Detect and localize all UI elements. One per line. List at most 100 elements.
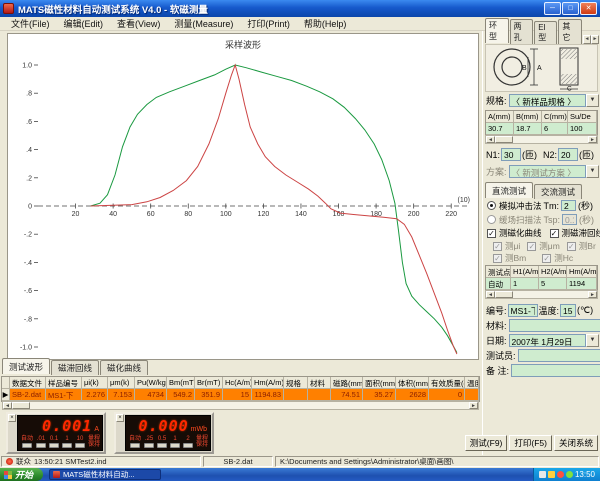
- spec-hscrollbar[interactable]: ◄ ►: [485, 135, 598, 144]
- date-value[interactable]: 2007年 1月29日: [509, 334, 586, 347]
- range-button[interactable]: [75, 443, 85, 448]
- menu-print[interactable]: 打印(Print): [240, 16, 297, 31]
- tab-toroid[interactable]: 环型: [485, 18, 509, 43]
- tab-ei-core[interactable]: EI型: [534, 21, 557, 44]
- col-header[interactable]: μm(k): [108, 377, 135, 389]
- n1-field[interactable]: [501, 148, 521, 161]
- tray-icon[interactable]: [539, 471, 546, 478]
- tab-scroll-right-icon[interactable]: ►: [591, 35, 599, 44]
- scroll-right-icon[interactable]: ►: [588, 291, 597, 298]
- svg-text:0: 0: [28, 204, 32, 211]
- close-system-button[interactable]: 关闭系统: [554, 435, 598, 451]
- temperature-field[interactable]: [560, 304, 576, 317]
- tab-test-waveform[interactable]: 测试波形: [2, 358, 50, 374]
- scroll-thumb[interactable]: [495, 291, 513, 298]
- scroll-left-icon[interactable]: ◄: [486, 291, 495, 298]
- n2-field[interactable]: [558, 148, 578, 161]
- chevron-down-icon[interactable]: ▼: [586, 94, 599, 107]
- range-button[interactable]: [157, 443, 167, 448]
- spec-row[interactable]: 30.7 18.7 6 100: [486, 123, 597, 135]
- tester-field[interactable]: [518, 349, 600, 362]
- current-unit: A: [94, 426, 99, 433]
- col-header[interactable]: Bm(mT): [167, 377, 195, 389]
- col-header[interactable]: 面积(mm^2): [363, 377, 396, 389]
- col-header[interactable]: 磁路(mm): [331, 377, 363, 389]
- menu-measure[interactable]: 测量(Measure): [167, 16, 240, 31]
- menu-help[interactable]: 帮助(Help): [297, 16, 354, 31]
- col-header[interactable]: 样品编号: [46, 377, 82, 389]
- scroll-left-icon[interactable]: ◄: [3, 402, 12, 409]
- svg-text:C: C: [567, 86, 572, 92]
- tray-icon[interactable]: [548, 471, 555, 478]
- sweep-method-radio[interactable]: 缓场扫描法: [487, 214, 542, 226]
- col-header[interactable]: Hc(A/m): [223, 377, 252, 389]
- tray-icon[interactable]: [557, 471, 564, 478]
- scroll-right-icon[interactable]: ►: [469, 402, 478, 409]
- col-header[interactable]: 温度: [465, 377, 479, 389]
- task-button-mats[interactable]: MATS磁性材料自动...: [49, 469, 161, 480]
- tab-other[interactable]: 其它: [558, 19, 582, 44]
- results-hscrollbar[interactable]: ◄ ►: [2, 401, 479, 410]
- minimize-button[interactable]: ─: [544, 2, 561, 15]
- tab-dc-test[interactable]: 直流测试: [485, 182, 533, 198]
- col-header[interactable]: 材料: [308, 377, 331, 389]
- menu-edit[interactable]: 编辑(Edit): [57, 16, 111, 31]
- table-row[interactable]: ▶ SB-2.dat MS1-下 2.276 7.153 4734 549.2 …: [2, 389, 479, 401]
- range-button[interactable]: [130, 443, 140, 448]
- measure-magnetization-curve-checkbox[interactable]: ✓测磁化曲线: [487, 227, 542, 239]
- range-button[interactable]: [144, 443, 154, 448]
- points-hscrollbar[interactable]: ◄ ►: [485, 290, 598, 299]
- col-header[interactable]: Hm(A/m): [252, 377, 284, 389]
- scroll-right-icon[interactable]: ►: [588, 136, 597, 143]
- tab-hysteresis-loop[interactable]: 磁滞回线: [51, 360, 99, 375]
- sample-id-field[interactable]: [508, 304, 538, 317]
- print-button[interactable]: 打印(F5): [509, 435, 552, 451]
- chevron-down-icon[interactable]: ▼: [586, 334, 599, 347]
- start-button[interactable]: 开始: [0, 468, 43, 481]
- col-header[interactable]: Pu(W/kg): [135, 377, 167, 389]
- col-header[interactable]: 有效质量(g): [429, 377, 465, 389]
- measure-hysteresis-loop-checkbox[interactable]: ✓测磁滞回线: [550, 227, 600, 239]
- spec-combobox[interactable]: 〈 新样品规格 〉 ▼: [509, 94, 599, 107]
- test-points-table: 测试点 H1(A/m) H2(A/m) Hm(A/m) 自动 1 5 1194: [485, 265, 598, 291]
- points-row[interactable]: 自动 1 5 1194: [486, 278, 597, 290]
- test-button[interactable]: 测试(F9): [465, 435, 508, 451]
- material-field[interactable]: [509, 319, 600, 332]
- tray-clock[interactable]: 13:50: [575, 470, 595, 479]
- sample-id-label: 编号:: [486, 304, 507, 317]
- col-header[interactable]: 体积(mm^3): [396, 377, 429, 389]
- menu-view[interactable]: 查看(View): [110, 16, 167, 31]
- tray-icon[interactable]: [566, 471, 573, 478]
- range-button[interactable]: [36, 443, 46, 448]
- close-button[interactable]: ✕: [580, 2, 597, 15]
- maximize-button[interactable]: □: [562, 2, 579, 15]
- date-picker[interactable]: 2007年 1月29日 ▼: [509, 334, 599, 347]
- meter-close-button[interactable]: ×: [8, 414, 16, 422]
- range-button[interactable]: [183, 443, 193, 448]
- tab-magnetization-curve[interactable]: 磁化曲线: [100, 360, 148, 375]
- scroll-thumb[interactable]: [12, 402, 30, 409]
- scroll-left-icon[interactable]: ◄: [486, 136, 495, 143]
- range-button[interactable]: [22, 443, 32, 448]
- impulse-method-radio[interactable]: 模拟冲击法: [487, 200, 542, 212]
- range-button[interactable]: [170, 443, 180, 448]
- tab-scroll-left-icon[interactable]: ◄: [583, 35, 591, 44]
- svg-text:.6: .6: [26, 119, 32, 126]
- spec-value[interactable]: 〈 新样品规格 〉: [509, 94, 586, 107]
- tab-two-hole[interactable]: 两孔: [510, 19, 534, 44]
- core-diagram: A B C: [485, 44, 598, 92]
- range-button[interactable]: [62, 443, 72, 448]
- tm-field[interactable]: [561, 200, 576, 211]
- range-hold-label[interactable]: 量程保持: [196, 436, 208, 448]
- range-hold-label[interactable]: 量程保持: [88, 436, 100, 448]
- col-header[interactable]: Br(mT): [195, 377, 223, 389]
- scroll-thumb[interactable]: [495, 136, 513, 143]
- col-header[interactable]: 规格: [284, 377, 308, 389]
- tab-ac-test[interactable]: 交流测试: [534, 184, 582, 199]
- meter-close-button[interactable]: ×: [116, 414, 124, 422]
- col-header[interactable]: μi(k): [82, 377, 108, 389]
- range-button[interactable]: [49, 443, 59, 448]
- col-header[interactable]: 数据文件: [10, 377, 46, 389]
- note-field[interactable]: [511, 364, 600, 377]
- menu-file[interactable]: 文件(File): [4, 16, 57, 31]
